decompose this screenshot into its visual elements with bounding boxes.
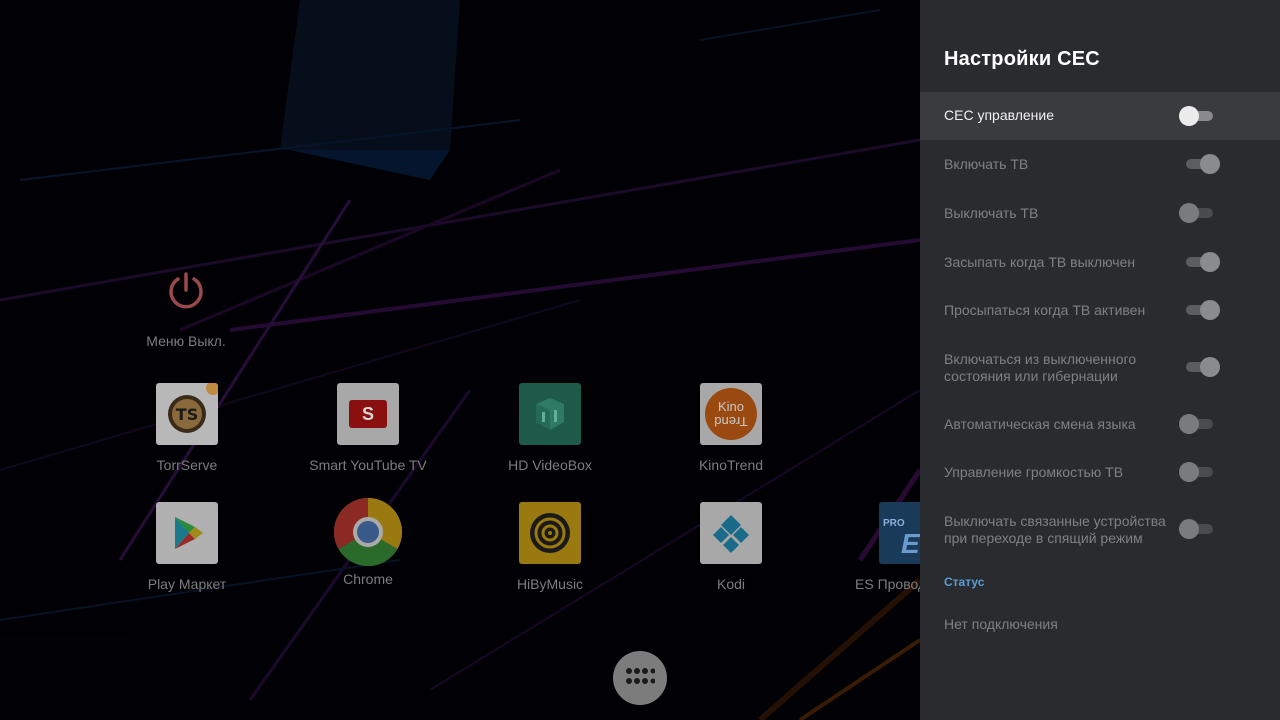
power-icon	[169, 272, 203, 309]
notification-dot	[206, 383, 218, 395]
turn-off-tv-toggle[interactable]	[1179, 202, 1213, 224]
kinotrend-icon: Kino Trend	[700, 383, 762, 445]
setting-label: Включать ТВ	[944, 156, 1029, 172]
setting-label: Просыпаться когда ТВ активен	[944, 302, 1146, 318]
app-kinotrend[interactable]: Kino Trend KinoTrend	[651, 383, 811, 473]
setting-auto-language[interactable]: Автоматическая смена языка	[920, 400, 1280, 448]
app-label: Play Маркет	[147, 576, 227, 592]
setting-turn-off-linked-devices[interactable]: Выключать связанные устройства при перех…	[920, 502, 1280, 562]
app-label: ES Провод	[855, 576, 920, 592]
app-es-explorer[interactable]: PRO E ES Провод	[800, 502, 920, 592]
hibymusic-icon	[519, 502, 581, 564]
wake-from-hibernation-toggle[interactable]	[1186, 356, 1220, 378]
setting-turn-off-tv[interactable]: Выключать ТВ	[920, 188, 1280, 236]
tv-volume-control-toggle[interactable]	[1179, 461, 1213, 483]
kinotrend-text: Kino	[717, 399, 745, 414]
setting-label: Засыпать когда ТВ выключен	[944, 254, 1136, 270]
setting-tv-volume-control[interactable]: Управление громкостью ТВ	[920, 448, 1280, 496]
app-label: Smart YouTube TV	[309, 457, 427, 473]
app-kodi[interactable]: Kodi	[651, 502, 811, 592]
setting-cec-control[interactable]: CEC управление	[920, 92, 1280, 140]
wake-when-tv-active-toggle[interactable]	[1186, 299, 1220, 321]
status-value[interactable]: Нет подключения	[944, 616, 1058, 632]
turn-on-tv-toggle[interactable]	[1186, 153, 1220, 175]
app-label: KinoTrend	[698, 457, 764, 473]
power-menu-app[interactable]: Меню Выкл.	[106, 270, 266, 349]
app-chrome[interactable]: Chrome	[288, 497, 448, 587]
es-tile-letter: E	[901, 528, 920, 559]
app-label: HiByMusic	[516, 576, 584, 592]
all-apps-button[interactable]	[613, 651, 667, 705]
cec-control-toggle[interactable]	[1179, 105, 1213, 127]
setting-wake-when-tv-active[interactable]: Просыпаться когда ТВ активен	[920, 285, 1280, 333]
grid-dots-icon	[626, 668, 655, 684]
app-torrserve[interactable]: TS TorrServe	[107, 383, 267, 473]
kodi-icon	[700, 502, 762, 564]
turn-off-linked-devices-toggle[interactable]	[1179, 518, 1213, 540]
setting-label: CEC управление	[944, 107, 1055, 123]
app-label: Kodi	[716, 576, 746, 592]
setting-label: Выключать связанные устройства при перех…	[944, 513, 1166, 546]
setting-label: Управление громкостью ТВ	[944, 464, 1124, 480]
play-store-icon	[156, 502, 218, 564]
es-explorer-icon: PRO E	[879, 502, 920, 564]
app-label: HD VideoBox	[508, 457, 592, 473]
svg-text:TS: TS	[176, 405, 198, 424]
app-smart-youtube-tv[interactable]: S Smart YouTube TV	[288, 383, 448, 473]
torrserve-icon: TS	[156, 383, 218, 445]
hd-videobox-icon	[519, 383, 581, 445]
panel-title: Настройки CEC	[944, 48, 1100, 70]
dim-overlay	[0, 0, 920, 720]
kinotrend-text-flipped: Trend	[714, 414, 748, 429]
setting-label: Включаться из выключенного состояния или…	[944, 351, 1137, 384]
setting-turn-on-tv[interactable]: Включать ТВ	[920, 140, 1280, 188]
youtube-tile-letter: S	[349, 400, 387, 428]
smart-youtube-icon: S	[337, 383, 399, 445]
app-hibymusic[interactable]: HiByMusic	[470, 502, 630, 592]
app-play-market[interactable]: Play Маркет	[107, 502, 267, 592]
setting-label: Выключать ТВ	[944, 205, 1039, 221]
setting-sleep-when-tv-off[interactable]: Засыпать когда ТВ выключен	[920, 237, 1280, 285]
power-menu-label: Меню Выкл.	[146, 333, 226, 349]
app-label: TorrServe	[156, 457, 218, 473]
app-hd-videobox[interactable]: HD VideoBox	[470, 383, 630, 473]
setting-label: Автоматическая смена языка	[944, 416, 1136, 432]
sleep-when-tv-off-toggle[interactable]	[1186, 251, 1220, 273]
auto-language-toggle[interactable]	[1179, 413, 1213, 435]
chrome-icon	[333, 497, 403, 567]
setting-wake-from-hibernation[interactable]: Включаться из выключенного состояния или…	[920, 340, 1280, 400]
cec-settings-panel: Настройки CEC CEC управление Включать ТВ…	[920, 0, 1280, 720]
status-section-header: Статус	[944, 575, 985, 589]
app-label: Chrome	[343, 571, 393, 587]
